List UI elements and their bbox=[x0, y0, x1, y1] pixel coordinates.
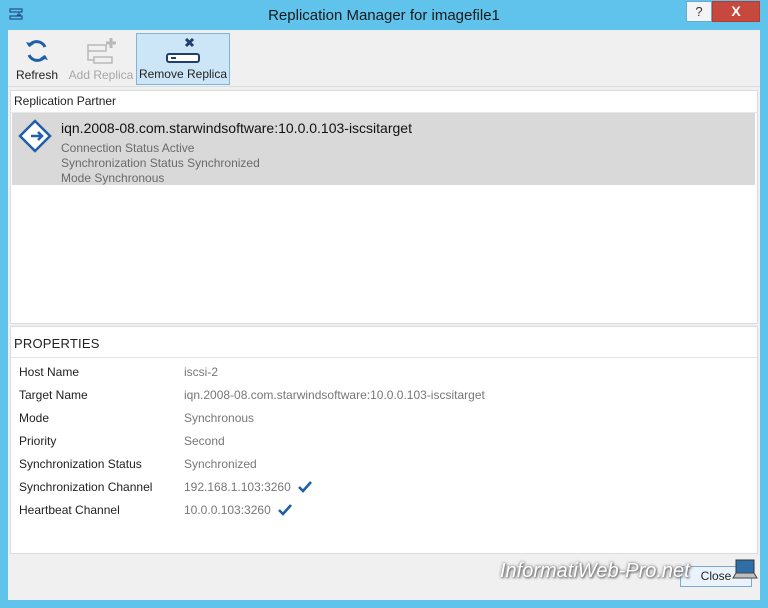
window-title: Replication Manager for imagefile1 bbox=[268, 7, 500, 24]
refresh-label: Refresh bbox=[15, 68, 59, 82]
property-key: Mode bbox=[19, 411, 50, 425]
property-row: Heartbeat Channel 10.0.0.103:3260 bbox=[11, 498, 757, 521]
add-replica-label: Add Replica bbox=[68, 68, 134, 82]
properties-title: PROPERTIES bbox=[14, 336, 100, 351]
add-replica-icon bbox=[84, 37, 118, 70]
property-row: Synchronization Channel 192.168.1.103:32… bbox=[11, 475, 757, 498]
refresh-button[interactable]: Refresh bbox=[10, 33, 64, 85]
property-value: 192.168.1.103:3260 bbox=[184, 480, 291, 494]
check-icon bbox=[278, 504, 293, 519]
properties-panel: PROPERTIES Host Name iscsi-2 Target Name… bbox=[10, 326, 758, 554]
property-row: Mode Synchronous bbox=[11, 406, 757, 429]
help-button[interactable]: ? bbox=[686, 1, 712, 22]
property-row: Priority Second bbox=[11, 429, 757, 452]
refresh-icon bbox=[23, 37, 51, 68]
replication-manager-window: Replication Manager for imagefile1 ? X R… bbox=[0, 0, 768, 608]
partner-sync-status: Synchronization Status Synchronized bbox=[61, 156, 260, 170]
property-key: Target Name bbox=[19, 388, 88, 402]
partner-connection-status: Connection Status Active bbox=[61, 141, 195, 155]
property-row: Host Name iscsi-2 bbox=[11, 360, 757, 383]
property-value: Second bbox=[184, 434, 225, 448]
target-diamond-icon bbox=[18, 119, 52, 156]
property-key: Priority bbox=[19, 434, 57, 448]
remove-replica-label: Remove Replica bbox=[138, 67, 228, 81]
watermark: InformatiWeb-Pro.net bbox=[500, 544, 764, 588]
watermark-text: InformatiWeb-Pro.net bbox=[500, 560, 690, 582]
property-row: Target Name iqn.2008-08.com.starwindsoft… bbox=[11, 383, 757, 406]
property-key: Heartbeat Channel bbox=[19, 503, 120, 517]
laptop-icon bbox=[732, 558, 758, 588]
partner-mode: Mode Synchronous bbox=[61, 171, 165, 185]
title-bar[interactable]: Replication Manager for imagefile1 ? X bbox=[0, 0, 768, 30]
toolbar: Refresh Add Replica Remove Replica bbox=[8, 30, 760, 87]
property-key: Synchronization Channel bbox=[19, 480, 153, 494]
partner-list-item[interactable]: iqn.2008-08.com.starwindsoftware:10.0.0.… bbox=[12, 113, 755, 185]
property-value: Synchronous bbox=[184, 411, 255, 425]
property-value-with-check: 192.168.1.103:3260 bbox=[184, 480, 313, 496]
window-close-button[interactable]: X bbox=[712, 1, 760, 22]
divider bbox=[11, 357, 757, 358]
property-value: iqn.2008-08.com.starwindsoftware:10.0.0.… bbox=[184, 388, 485, 402]
remove-replica-button[interactable]: Remove Replica bbox=[136, 33, 230, 85]
property-value: iscsi-2 bbox=[184, 365, 219, 379]
property-key: Host Name bbox=[19, 365, 80, 379]
client-area: Refresh Add Replica Remove Replica Repli… bbox=[8, 30, 760, 600]
replication-partner-list[interactable]: Replication Partner iqn.2008-08.com.star… bbox=[10, 90, 758, 324]
property-value: 10.0.0.103:3260 bbox=[184, 503, 271, 517]
replication-partner-header: Replication Partner bbox=[14, 94, 117, 108]
add-replica-button[interactable]: Add Replica bbox=[66, 33, 136, 85]
property-value-with-check: 10.0.0.103:3260 bbox=[184, 503, 293, 519]
property-value: Synchronized bbox=[184, 457, 257, 471]
check-icon bbox=[298, 481, 313, 496]
partner-name: iqn.2008-08.com.starwindsoftware:10.0.0.… bbox=[61, 120, 412, 136]
property-key: Synchronization Status bbox=[19, 457, 142, 471]
property-row: Synchronization Status Synchronized bbox=[11, 452, 757, 475]
